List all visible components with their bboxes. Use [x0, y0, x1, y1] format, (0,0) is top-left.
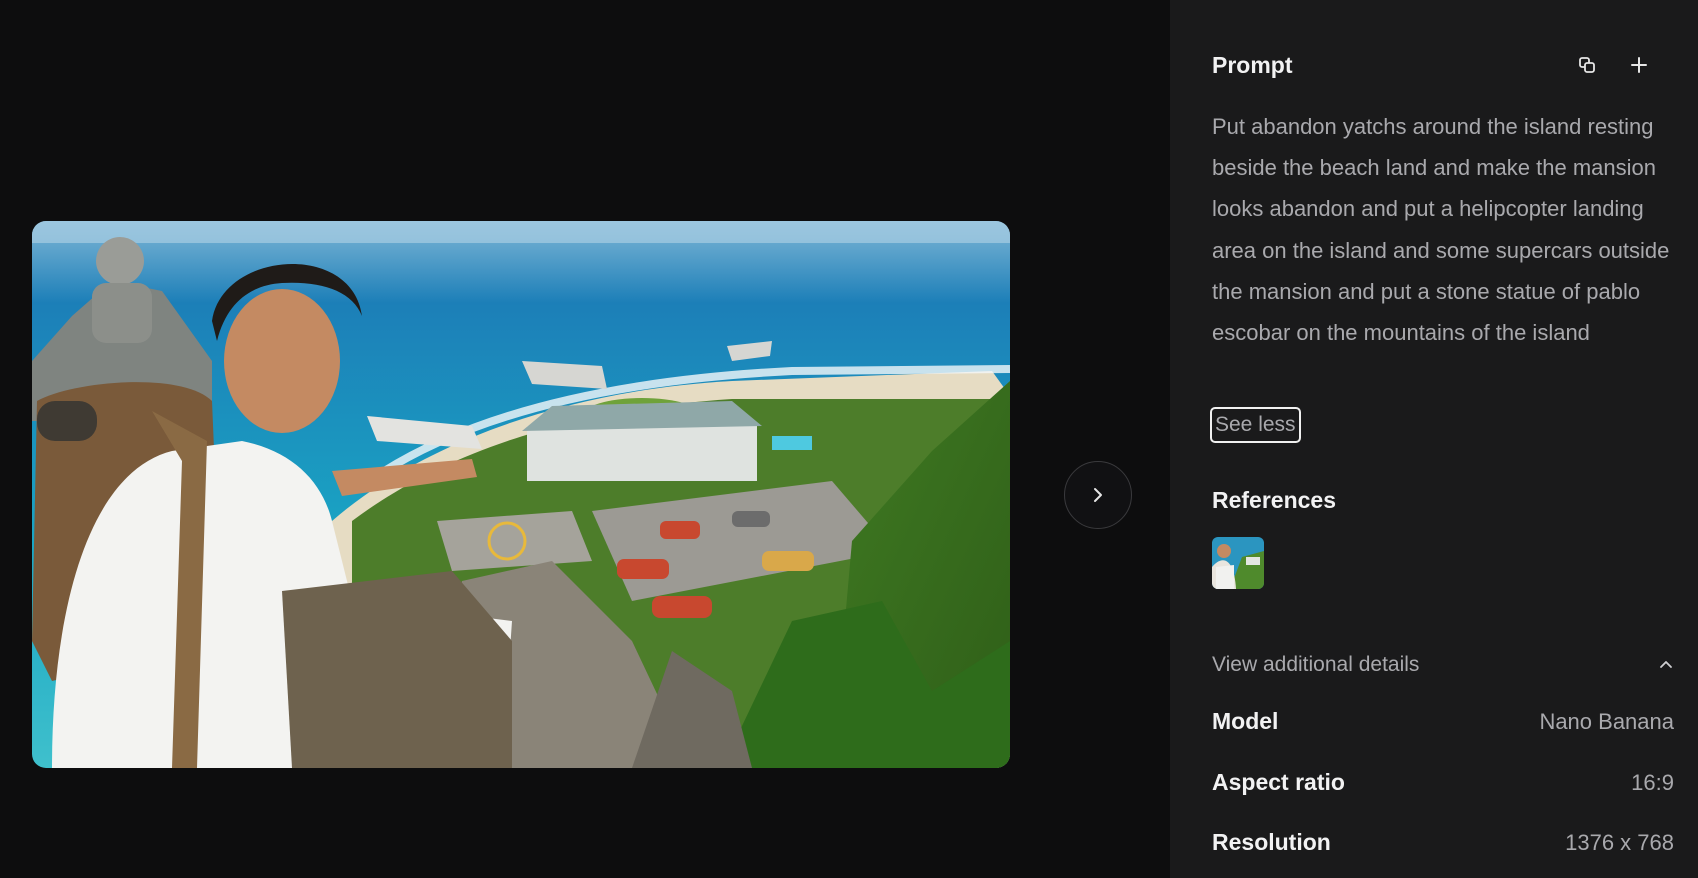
- plus-icon[interactable]: [1626, 52, 1652, 78]
- details-panel: Prompt Put abandon yatchs around the isl…: [1170, 0, 1698, 878]
- see-less-button[interactable]: See less: [1210, 407, 1301, 443]
- chevron-up-icon: [1660, 661, 1672, 668]
- detail-value: Nano Banana: [1539, 708, 1674, 734]
- prompt-header: Prompt: [1212, 50, 1652, 80]
- detail-value: 16:9: [1631, 769, 1674, 795]
- generated-image[interactable]: [32, 221, 1010, 768]
- prompt-title: Prompt: [1212, 51, 1293, 78]
- next-image-button[interactable]: [1064, 461, 1132, 529]
- detail-key: Model: [1212, 708, 1279, 734]
- detail-key: Aspect ratio: [1212, 769, 1345, 795]
- prompt-text: Put abandon yatchs around the island res…: [1212, 114, 1670, 346]
- copy-icon[interactable]: [1574, 52, 1600, 78]
- additional-details-toggle[interactable]: View additional details: [1212, 648, 1674, 682]
- detail-row-resolution: Resolution 1376 x 768: [1212, 829, 1674, 856]
- detail-row-aspect-ratio: Aspect ratio 16:9: [1212, 769, 1674, 796]
- detail-key: Resolution: [1212, 829, 1331, 855]
- chevron-right-icon: [1094, 488, 1102, 502]
- additional-details-label: View additional details: [1212, 653, 1420, 676]
- references-title: References: [1212, 487, 1337, 513]
- reference-thumbnail[interactable]: [1212, 537, 1264, 589]
- image-viewer: [0, 0, 1170, 878]
- detail-value: 1376 x 768: [1565, 829, 1674, 855]
- detail-row-model: Model Nano Banana: [1212, 708, 1674, 735]
